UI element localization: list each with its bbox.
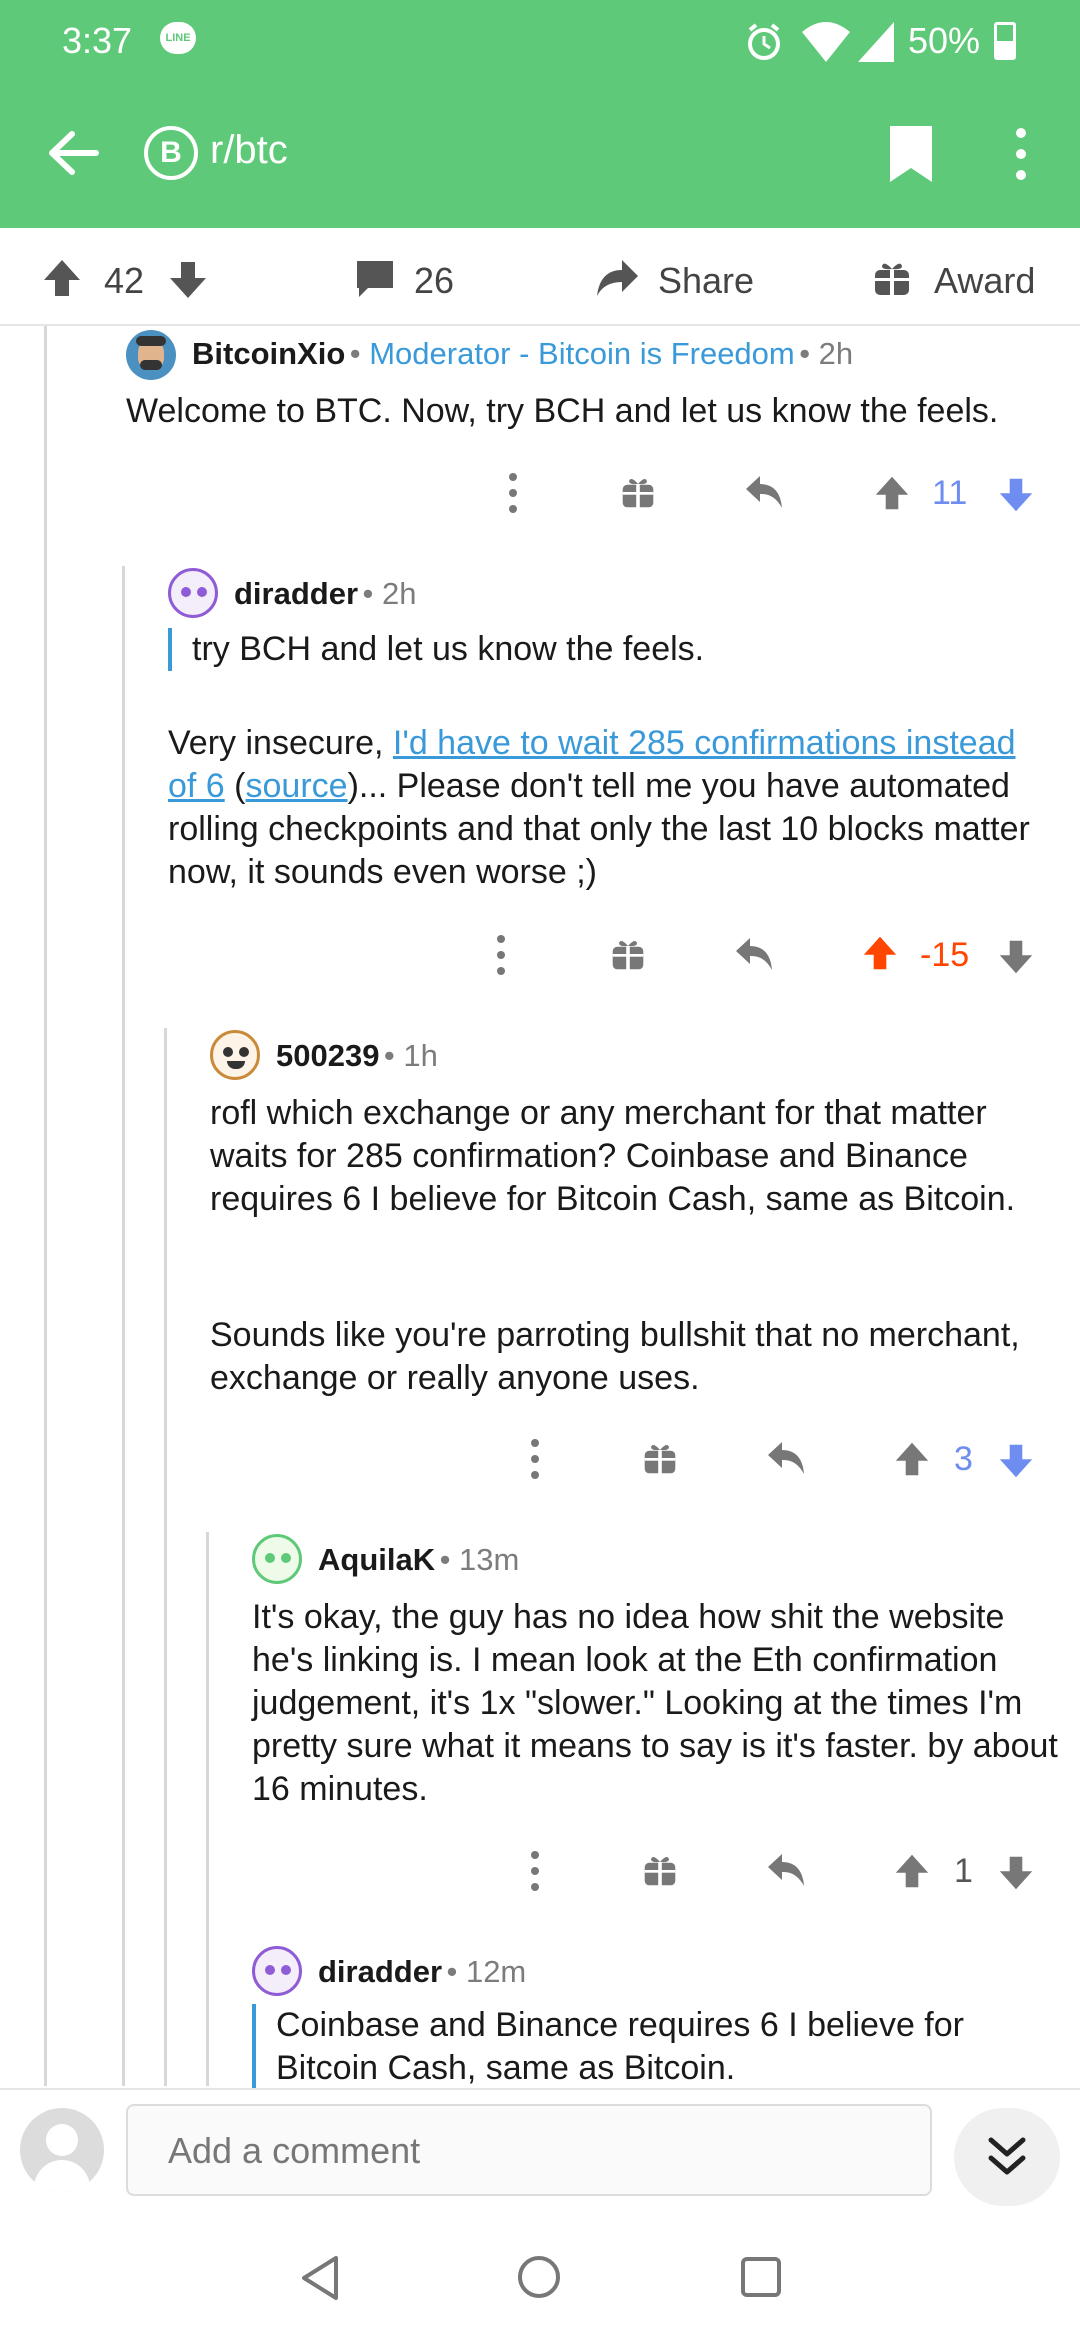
post-action-bar — [0, 228, 1080, 326]
downvote-icon[interactable] — [998, 938, 1034, 976]
reply-icon[interactable] — [766, 1440, 808, 1476]
overflow-menu-icon[interactable] — [1006, 124, 1036, 184]
nav-back-icon[interactable] — [298, 2254, 342, 2302]
comment-header: AquilaK • 13m — [318, 1542, 520, 1577]
back-arrow-icon[interactable] — [44, 124, 102, 182]
comment-input[interactable]: Add a comment — [126, 2104, 932, 2196]
comment-time: 2h — [818, 336, 854, 371]
comment-body-clip: Coinbase and Binance requires 6 I believ… — [252, 2000, 1052, 2088]
downvote-icon[interactable] — [998, 1442, 1034, 1480]
award-gift-icon[interactable] — [610, 936, 646, 972]
comment-score: 1 — [954, 1852, 973, 1890]
comment-body: Welcome to BTC. Now, try BCH and let us … — [126, 392, 999, 430]
post-downvote-icon[interactable] — [168, 260, 208, 300]
nav-home-icon[interactable] — [516, 2254, 562, 2300]
cell-signal-icon — [858, 22, 894, 62]
subreddit-title[interactable]: r/btc — [210, 128, 288, 173]
share-button[interactable]: Share — [658, 260, 754, 302]
comment-body: rofl which exchange or any merchant for … — [210, 1094, 1016, 1218]
comment-author[interactable]: AquilaK — [318, 1542, 435, 1577]
comment-body-paragraph-2: Sounds like you're parroting bullshit th… — [210, 1316, 1020, 1397]
award-gift-icon[interactable] — [620, 474, 656, 510]
comment-header: 500239 • 1h — [276, 1038, 438, 1073]
thread-line-level-1 — [44, 326, 47, 2086]
nav-recents-icon[interactable] — [740, 2256, 782, 2298]
comment-author[interactable]: 500239 — [276, 1038, 379, 1073]
upvote-icon[interactable] — [862, 934, 898, 972]
collapse-threads-button[interactable] — [954, 2108, 1060, 2206]
wifi-icon — [802, 22, 850, 62]
thread-line-level-3 — [164, 1028, 167, 2086]
more-options-icon[interactable] — [486, 930, 516, 980]
avatar[interactable] — [252, 1946, 302, 1996]
award-gift-icon[interactable] — [642, 1440, 678, 1476]
comment-count[interactable]: 26 — [414, 260, 454, 302]
subreddit-bitcoin-icon: B — [144, 126, 198, 180]
status-time: 3:37 — [62, 20, 133, 61]
upvote-icon[interactable] — [894, 1440, 930, 1478]
award-button[interactable]: Award — [934, 260, 1035, 302]
source-link[interactable]: source — [246, 767, 348, 805]
user-flair: Moderator - Bitcoin is Freedom — [369, 336, 795, 371]
upvote-icon[interactable] — [894, 1852, 930, 1890]
avatar[interactable] — [126, 330, 176, 380]
comment-time: 12m — [465, 1954, 527, 1989]
alarm-icon — [748, 23, 780, 60]
comment-score: 3 — [954, 1440, 973, 1478]
comment-header: diradder • 12m — [318, 1954, 527, 1989]
thread-line-level-4 — [206, 1532, 209, 2086]
avatar[interactable] — [210, 1030, 260, 1080]
reply-icon[interactable] — [734, 936, 776, 972]
comment-score: 11 — [932, 474, 968, 512]
comment-time: 2h — [381, 576, 417, 611]
comment-header: diradder • 2h — [234, 576, 417, 611]
comment-header: BitcoinXio • Moderator - Bitcoin is Free… — [192, 336, 854, 371]
more-options-icon[interactable] — [520, 1846, 550, 1896]
more-options-icon[interactable] — [498, 468, 528, 518]
reply-icon[interactable] — [766, 1852, 808, 1888]
downvote-icon[interactable] — [998, 476, 1034, 514]
avatar[interactable] — [168, 568, 218, 618]
avatar[interactable] — [252, 1534, 302, 1584]
block-quote: try BCH and let us know the feels. — [168, 628, 1052, 671]
comment-body: Very insecure, I'd have to wait 285 conf… — [168, 724, 1030, 891]
share-icon[interactable] — [594, 256, 640, 300]
downvote-icon[interactable] — [998, 1854, 1034, 1892]
bookmark-icon[interactable] — [888, 124, 934, 184]
battery-percent: 50% — [908, 20, 981, 61]
post-score: 42 — [104, 260, 145, 301]
comment-author[interactable]: diradder — [234, 576, 358, 611]
award-gift-icon[interactable] — [642, 1852, 678, 1888]
comment-author[interactable]: BitcoinXio — [192, 336, 345, 371]
battery-icon — [994, 22, 1016, 60]
comment-time: 13m — [459, 1542, 520, 1577]
double-chevron-down-icon — [988, 2137, 1026, 2175]
line-app-icon: LINE — [160, 22, 196, 54]
thread-line-level-2 — [122, 566, 125, 2086]
comment-score: -15 — [920, 936, 970, 974]
user-avatar-placeholder[interactable] — [20, 2108, 104, 2192]
comment-body: It's okay, the guy has no idea how shit … — [252, 1598, 1058, 1808]
comments-icon[interactable] — [354, 258, 396, 300]
more-options-icon[interactable] — [520, 1434, 550, 1484]
comment-time: 1h — [403, 1038, 438, 1073]
upvote-icon[interactable] — [874, 474, 910, 512]
comment-author[interactable]: diradder — [318, 1954, 442, 1989]
block-quote: Coinbase and Binance requires 6 I believ… — [252, 2004, 1052, 2088]
reply-icon[interactable] — [744, 474, 786, 510]
post-upvote-icon[interactable] — [42, 258, 82, 298]
award-gift-icon[interactable] — [872, 258, 912, 298]
